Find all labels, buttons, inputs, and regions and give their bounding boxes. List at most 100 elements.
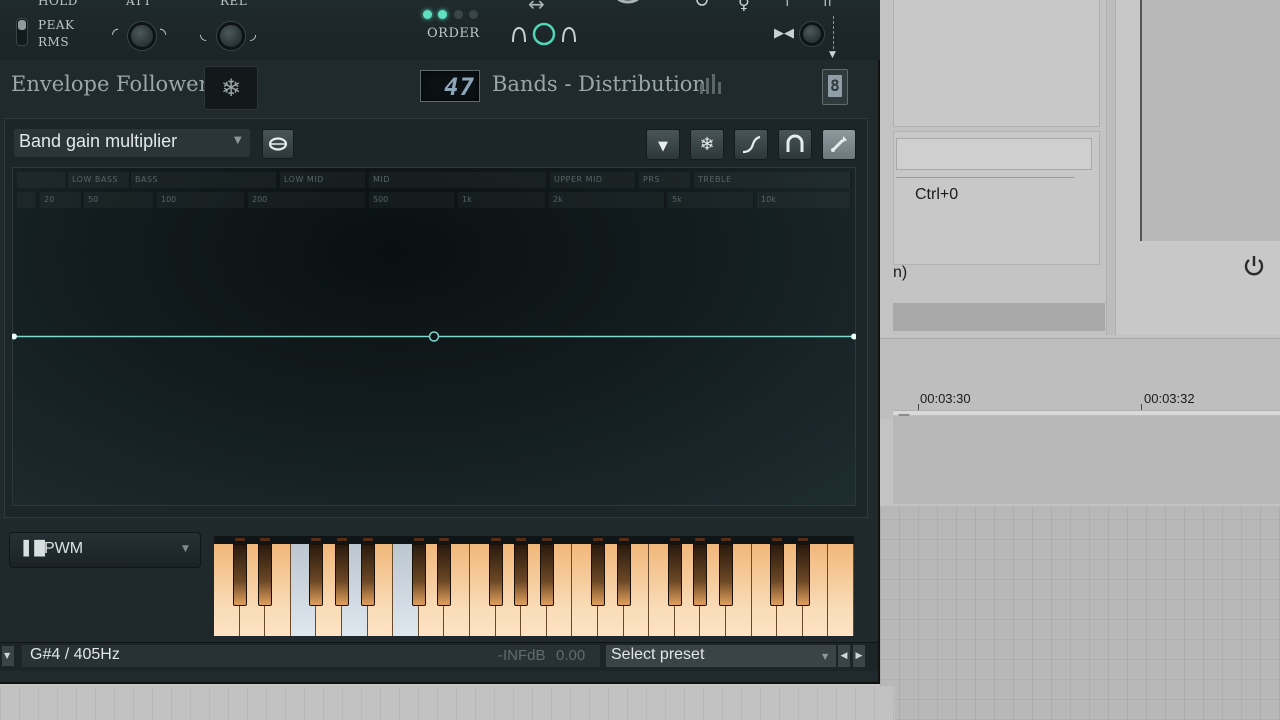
chevron-down-icon: ▼: [822, 652, 829, 661]
time-marker-1: 00:03:30: [920, 391, 971, 406]
power-icon[interactable]: [1240, 252, 1268, 280]
person-icon[interactable]: †: [784, 0, 791, 9]
host-panel-row: [893, 268, 1103, 302]
key-marker: [362, 538, 373, 541]
bands-count-display[interactable]: 47: [420, 70, 480, 102]
key-marker: [797, 538, 808, 541]
rms-label: RMS: [38, 35, 70, 49]
black-key[interactable]: [232, 544, 247, 606]
host-divider: [896, 177, 1074, 178]
key-marker: [669, 538, 680, 541]
note-frequency-readout: G#4 / 405Hz: [30, 646, 120, 663]
key-marker: [490, 538, 501, 541]
key-marker: [772, 538, 783, 541]
mode-dropdown-value: Band gain multiplier: [19, 131, 178, 151]
black-key[interactable]: [514, 544, 529, 606]
black-key[interactable]: [411, 544, 426, 606]
key-marker: [337, 538, 347, 541]
playlist-grid[interactable]: [880, 506, 1280, 720]
key-marker: [695, 538, 706, 541]
black-key[interactable]: [335, 544, 349, 606]
key-marker: [234, 538, 245, 541]
key-marker: [260, 538, 271, 541]
key-marker: [721, 538, 731, 541]
curve-tool-icon[interactable]: [734, 129, 768, 160]
output-slider-track[interactable]: [833, 16, 836, 54]
gain-curve[interactable]: [12, 167, 856, 506]
down-arrow-icon: ▼: [829, 50, 836, 60]
host-preview-area: [1140, 0, 1280, 241]
piano-keyboard[interactable]: [214, 536, 854, 636]
ghost-display[interactable]: 8: [822, 69, 848, 105]
arc-left-icon: ◟: [200, 24, 207, 43]
gain-point-right[interactable]: [851, 333, 856, 340]
instrument-preset-name: PWM: [44, 540, 84, 557]
gain-point-mid[interactable]: [428, 331, 440, 342]
select-preset-label: Select preset: [611, 646, 705, 663]
host-text-field[interactable]: [896, 138, 1092, 170]
stereo-arrows-icon[interactable]: ↔: [528, 0, 545, 16]
filter-shape-selector[interactable]: [510, 20, 590, 48]
key-marker: [439, 538, 450, 541]
black-key[interactable]: [539, 544, 554, 606]
bar-chart-icon[interactable]: [698, 72, 726, 94]
attack-knob[interactable]: [128, 22, 156, 50]
black-key[interactable]: [770, 544, 785, 606]
key-marker: [541, 538, 552, 541]
black-key[interactable]: [591, 544, 605, 606]
female-symbol-icon[interactable]: ♀: [738, 0, 750, 13]
instrument-preset-dropdown[interactable]: ▐▐▌ PWM ▼: [9, 532, 201, 568]
timeline-header: [880, 338, 1280, 419]
magnet-icon[interactable]: [778, 129, 812, 160]
black-key[interactable]: [437, 544, 452, 606]
next-preset-button[interactable]: ▶: [853, 645, 865, 667]
mode-dropdown[interactable]: Band gain multiplier ▼: [14, 129, 250, 157]
order-led-4[interactable]: [469, 10, 478, 19]
arc-left-icon: ◜: [112, 24, 119, 43]
lips-icon[interactable]: [262, 129, 294, 159]
key-marker: [413, 538, 424, 541]
host-bottom-strip: [0, 686, 895, 720]
black-key[interactable]: [616, 544, 631, 606]
peak-rms-switch[interactable]: [16, 18, 28, 46]
white-key[interactable]: [828, 544, 854, 636]
order-led-3[interactable]: [454, 10, 463, 19]
order-led-2[interactable]: [438, 10, 447, 19]
mix-knob[interactable]: [800, 22, 824, 46]
black-key[interactable]: [795, 544, 810, 606]
level-readout: -INFdB: [498, 647, 546, 664]
host-splitter[interactable]: [1106, 0, 1116, 335]
black-key[interactable]: [719, 544, 733, 606]
peak-label: PEAK: [38, 18, 75, 32]
timeline-track[interactable]: [893, 416, 1280, 504]
black-key[interactable]: [667, 544, 682, 606]
timeline-ruler[interactable]: [893, 410, 1280, 415]
time-marker-2: 00:03:32: [1144, 391, 1195, 406]
arc-right-icon: ◞: [250, 24, 257, 43]
order-led-1[interactable]: [423, 10, 432, 19]
black-key[interactable]: [258, 544, 273, 606]
host-panel-footer: [893, 303, 1105, 331]
black-key[interactable]: [488, 544, 503, 606]
status-left-arrow[interactable]: ▼: [2, 646, 14, 666]
black-key[interactable]: [309, 544, 324, 606]
host-paren-text: n): [893, 264, 908, 281]
black-key[interactable]: [693, 544, 708, 606]
prev-preset-button[interactable]: ◀: [838, 645, 850, 667]
pencil-icon[interactable]: [822, 129, 856, 160]
width-arrows-icon[interactable]: ▶◀: [774, 26, 794, 41]
envelope-follower-title: Envelope Follower: [11, 72, 209, 96]
value-readout: 0.00: [556, 647, 586, 664]
link-ring-icon[interactable]: [608, 0, 648, 10]
gain-point-left[interactable]: [12, 333, 17, 340]
snowflake-tool-icon[interactable]: ❄: [690, 129, 724, 160]
group-icon[interactable]: ††: [822, 0, 833, 9]
circle-icon[interactable]: [694, 0, 710, 12]
menu-dropdown-icon[interactable]: ▼: [646, 129, 680, 160]
snowflake-icon[interactable]: ❄: [204, 66, 258, 110]
release-knob[interactable]: [217, 22, 245, 50]
ghost-digit: 8: [828, 75, 842, 97]
bands-count-value: 47: [444, 73, 475, 101]
select-preset-dropdown[interactable]: Select preset ▼: [606, 645, 836, 667]
black-key[interactable]: [360, 544, 375, 606]
